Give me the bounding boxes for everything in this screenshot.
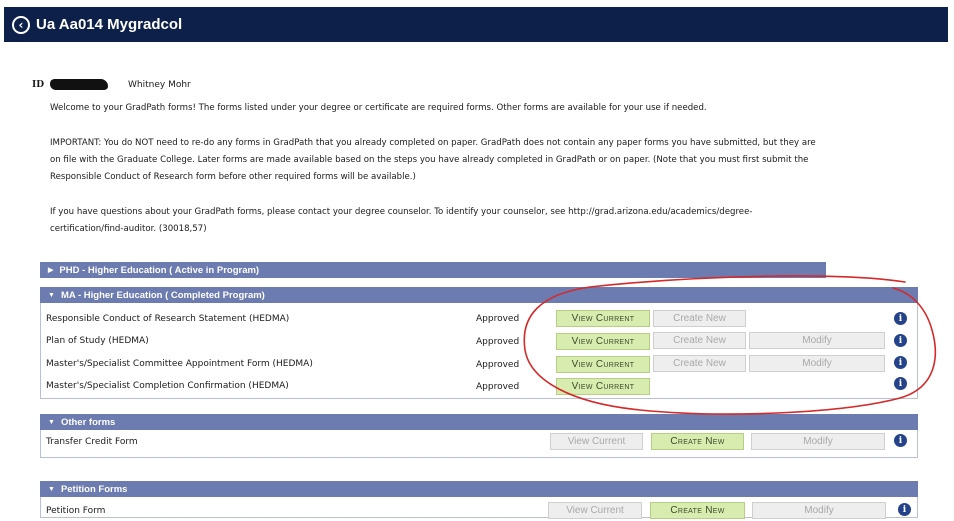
red-circle-annotation: [523, 275, 937, 415]
